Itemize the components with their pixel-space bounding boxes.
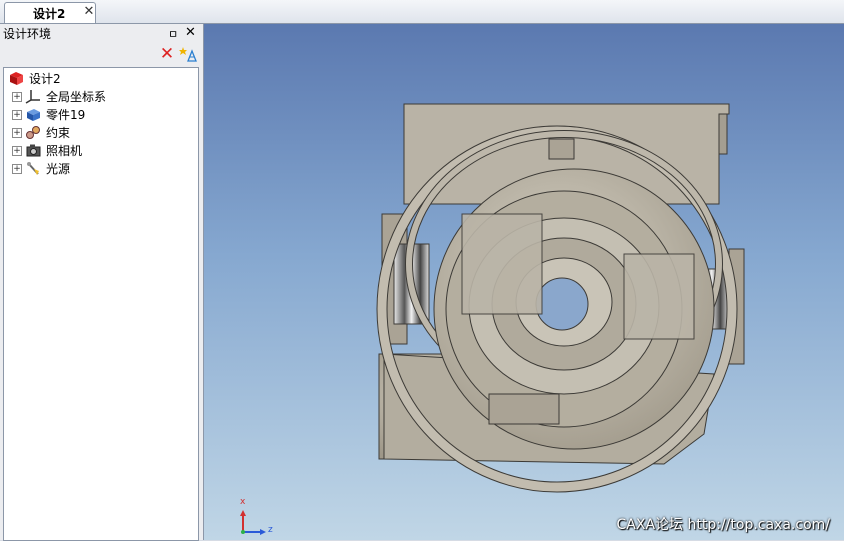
constraint-icon — [25, 125, 42, 140]
new-item-icon[interactable] — [179, 45, 197, 63]
3d-model — [240, 103, 745, 535]
part-icon — [25, 107, 42, 122]
tree-item-camera[interactable]: + 照相机 — [12, 142, 82, 159]
document-tab-label: 设计2 — [33, 6, 66, 21]
document-tab-bar: 设计2 ✕ — [0, 0, 844, 24]
tree-root-label: 设计2 — [29, 72, 61, 86]
tree-root[interactable]: 设计2 — [8, 70, 61, 87]
tree-item-coordinate-system[interactable]: + 全局坐标系 — [12, 88, 106, 105]
tree-item-label: 全局坐标系 — [46, 90, 107, 104]
coordinate-system-icon — [25, 89, 42, 104]
camera-icon — [25, 143, 42, 158]
3d-viewport[interactable]: x z CAXA论坛 http://top.caxa.com/ — [204, 24, 844, 540]
panel-title: 设计环境 — [3, 27, 52, 41]
expand-icon[interactable]: + — [12, 145, 22, 156]
tree-item-constraint[interactable]: + 约束 — [12, 124, 70, 141]
watermark: CAXA论坛 http://top.caxa.com/ — [616, 517, 830, 533]
tree-item-label: 照相机 — [46, 144, 83, 158]
pin-icon[interactable]: ㅁ — [168, 26, 178, 42]
close-icon[interactable]: ✕ — [83, 5, 95, 19]
expand-icon[interactable]: + — [12, 163, 22, 174]
panel-close-icon[interactable]: ✕ — [185, 25, 196, 40]
panel-header: 设计环境 ㅁ ✕ — [0, 24, 203, 43]
design-environment-panel: 设计环境 ㅁ ✕ ✕ 设计2 + 全局坐标系 + 零件19 + 约束 + 照相机… — [0, 24, 204, 541]
expand-icon[interactable]: + — [12, 91, 22, 102]
light-icon — [25, 161, 42, 176]
design-tree: 设计2 + 全局坐标系 + 零件19 + 约束 + 照相机 + 光源 — [3, 67, 199, 541]
delete-icon[interactable]: ✕ — [159, 46, 175, 63]
panel-toolbar: ✕ — [0, 44, 203, 66]
expand-icon[interactable]: + — [12, 109, 22, 120]
axis-z-label: z — [268, 525, 273, 535]
expand-icon[interactable]: + — [12, 127, 22, 138]
axis-x-label: x — [240, 497, 246, 507]
tree-item-label: 光源 — [46, 162, 71, 176]
tree-item-part[interactable]: + 零件19 — [12, 106, 85, 123]
design-root-icon — [8, 71, 25, 86]
tree-item-label: 约束 — [46, 126, 71, 140]
tree-item-light[interactable]: + 光源 — [12, 160, 70, 177]
document-tab[interactable]: 设计2 ✕ — [4, 2, 96, 23]
axis-triad — [240, 510, 266, 535]
tree-item-label: 零件19 — [46, 108, 86, 122]
